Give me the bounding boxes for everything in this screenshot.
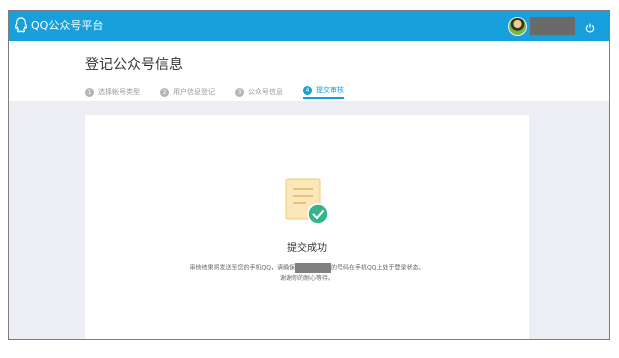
step-number: 1 xyxy=(85,87,94,97)
brand-name: QQ公众号平台 xyxy=(31,19,104,32)
header-panel: 登记公众号信息 1 选择帐号类型 2 用户信息登记 3 公众号信息 4 提交审核 xyxy=(9,41,609,101)
app-window: QQ公众号平台 登记公众号信息 1 选择帐号类型 2 用户信息登记 3 公众号信… xyxy=(8,10,610,340)
qq-logo-icon xyxy=(15,17,27,33)
top-bar: QQ公众号平台 xyxy=(9,11,609,41)
step-4-active: 4 提交审核 xyxy=(303,85,344,99)
step-indicator: 1 选择帐号类型 2 用户信息登记 3 公众号信息 4 提交审核 xyxy=(85,85,364,99)
logo[interactable]: QQ公众号平台 xyxy=(15,17,103,33)
avatar[interactable] xyxy=(508,17,527,36)
step-2: 2 用户信息登记 xyxy=(160,85,215,99)
success-message: 审核结果将发送至您的手机QQ，请确保 的号码在手机QQ上处于登录状态。 谢谢你的耐… xyxy=(85,263,529,284)
success-title: 提交成功 xyxy=(287,243,327,254)
message-text: 审核结果将发送至您的手机QQ，请确保 xyxy=(189,264,295,272)
message-line-2: 谢谢你的耐心等待。 xyxy=(279,274,334,282)
step-3: 3 公众号信息 xyxy=(235,85,283,99)
page-title: 登记公众号信息 xyxy=(85,57,183,73)
message-line-1: 审核结果将发送至您的手机QQ，请确保 的号码在手机QQ上处于登录状态。 xyxy=(85,263,529,274)
step-label: 选择帐号类型 xyxy=(98,88,140,96)
step-number: 3 xyxy=(235,87,244,97)
step-label: 用户信息登记 xyxy=(173,88,215,96)
result-card: 提交成功 审核结果将发送至您的手机QQ，请确保 的号码在手机QQ上处于登录状态。 … xyxy=(85,115,529,339)
user-name-redacted[interactable] xyxy=(530,17,575,35)
step-label: 公众号信息 xyxy=(248,88,283,96)
step-number: 4 xyxy=(303,85,312,95)
step-1: 1 选择帐号类型 xyxy=(85,85,140,99)
power-icon[interactable] xyxy=(585,18,595,37)
message-text: 的号码在手机QQ上处于登录状态。 xyxy=(331,264,425,272)
redacted-qq-number xyxy=(295,263,331,273)
step-number: 2 xyxy=(160,87,169,97)
document-check-icon xyxy=(284,177,330,231)
step-label: 提交审核 xyxy=(316,86,344,94)
